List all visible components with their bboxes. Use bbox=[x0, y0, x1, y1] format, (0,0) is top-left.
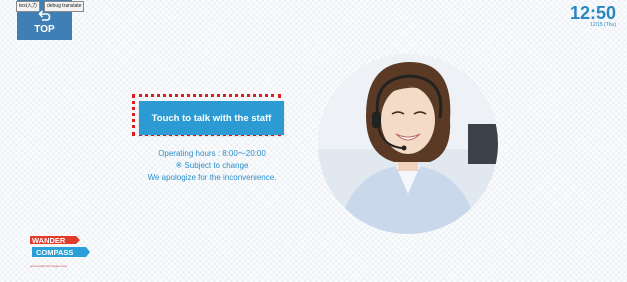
svg-text:COMPASS: COMPASS bbox=[36, 248, 73, 257]
talk-to-staff-button[interactable]: Touch to talk with the staff bbox=[139, 101, 284, 135]
wander-compass-logo: WANDER COMPASS your perfect trip begins … bbox=[28, 232, 92, 278]
schedule-note: ※ Subject to change bbox=[175, 161, 249, 170]
debug-text-input-button[interactable]: text入力 bbox=[16, 1, 41, 12]
operating-hours: Operating hours : 8:00～20:00 bbox=[158, 149, 266, 158]
staff-photo bbox=[318, 54, 498, 234]
cta-highlight: Touch to talk with the staff bbox=[132, 94, 284, 136]
debug-translate-button[interactable]: debug translate bbox=[44, 1, 85, 12]
svg-text:WANDER: WANDER bbox=[32, 236, 66, 245]
svg-text:your perfect trip begins here: your perfect trip begins here bbox=[30, 264, 68, 268]
top-label: TOP bbox=[34, 24, 55, 35]
apology-text: We apologize for the inconvenience. bbox=[147, 173, 277, 182]
clock-time: 12:50 bbox=[569, 3, 616, 23]
operating-info: Operating hours : 8:00～20:00 ※ Subject t… bbox=[136, 148, 288, 184]
clock: 12:50 12/15 (Thu) bbox=[570, 4, 616, 28]
